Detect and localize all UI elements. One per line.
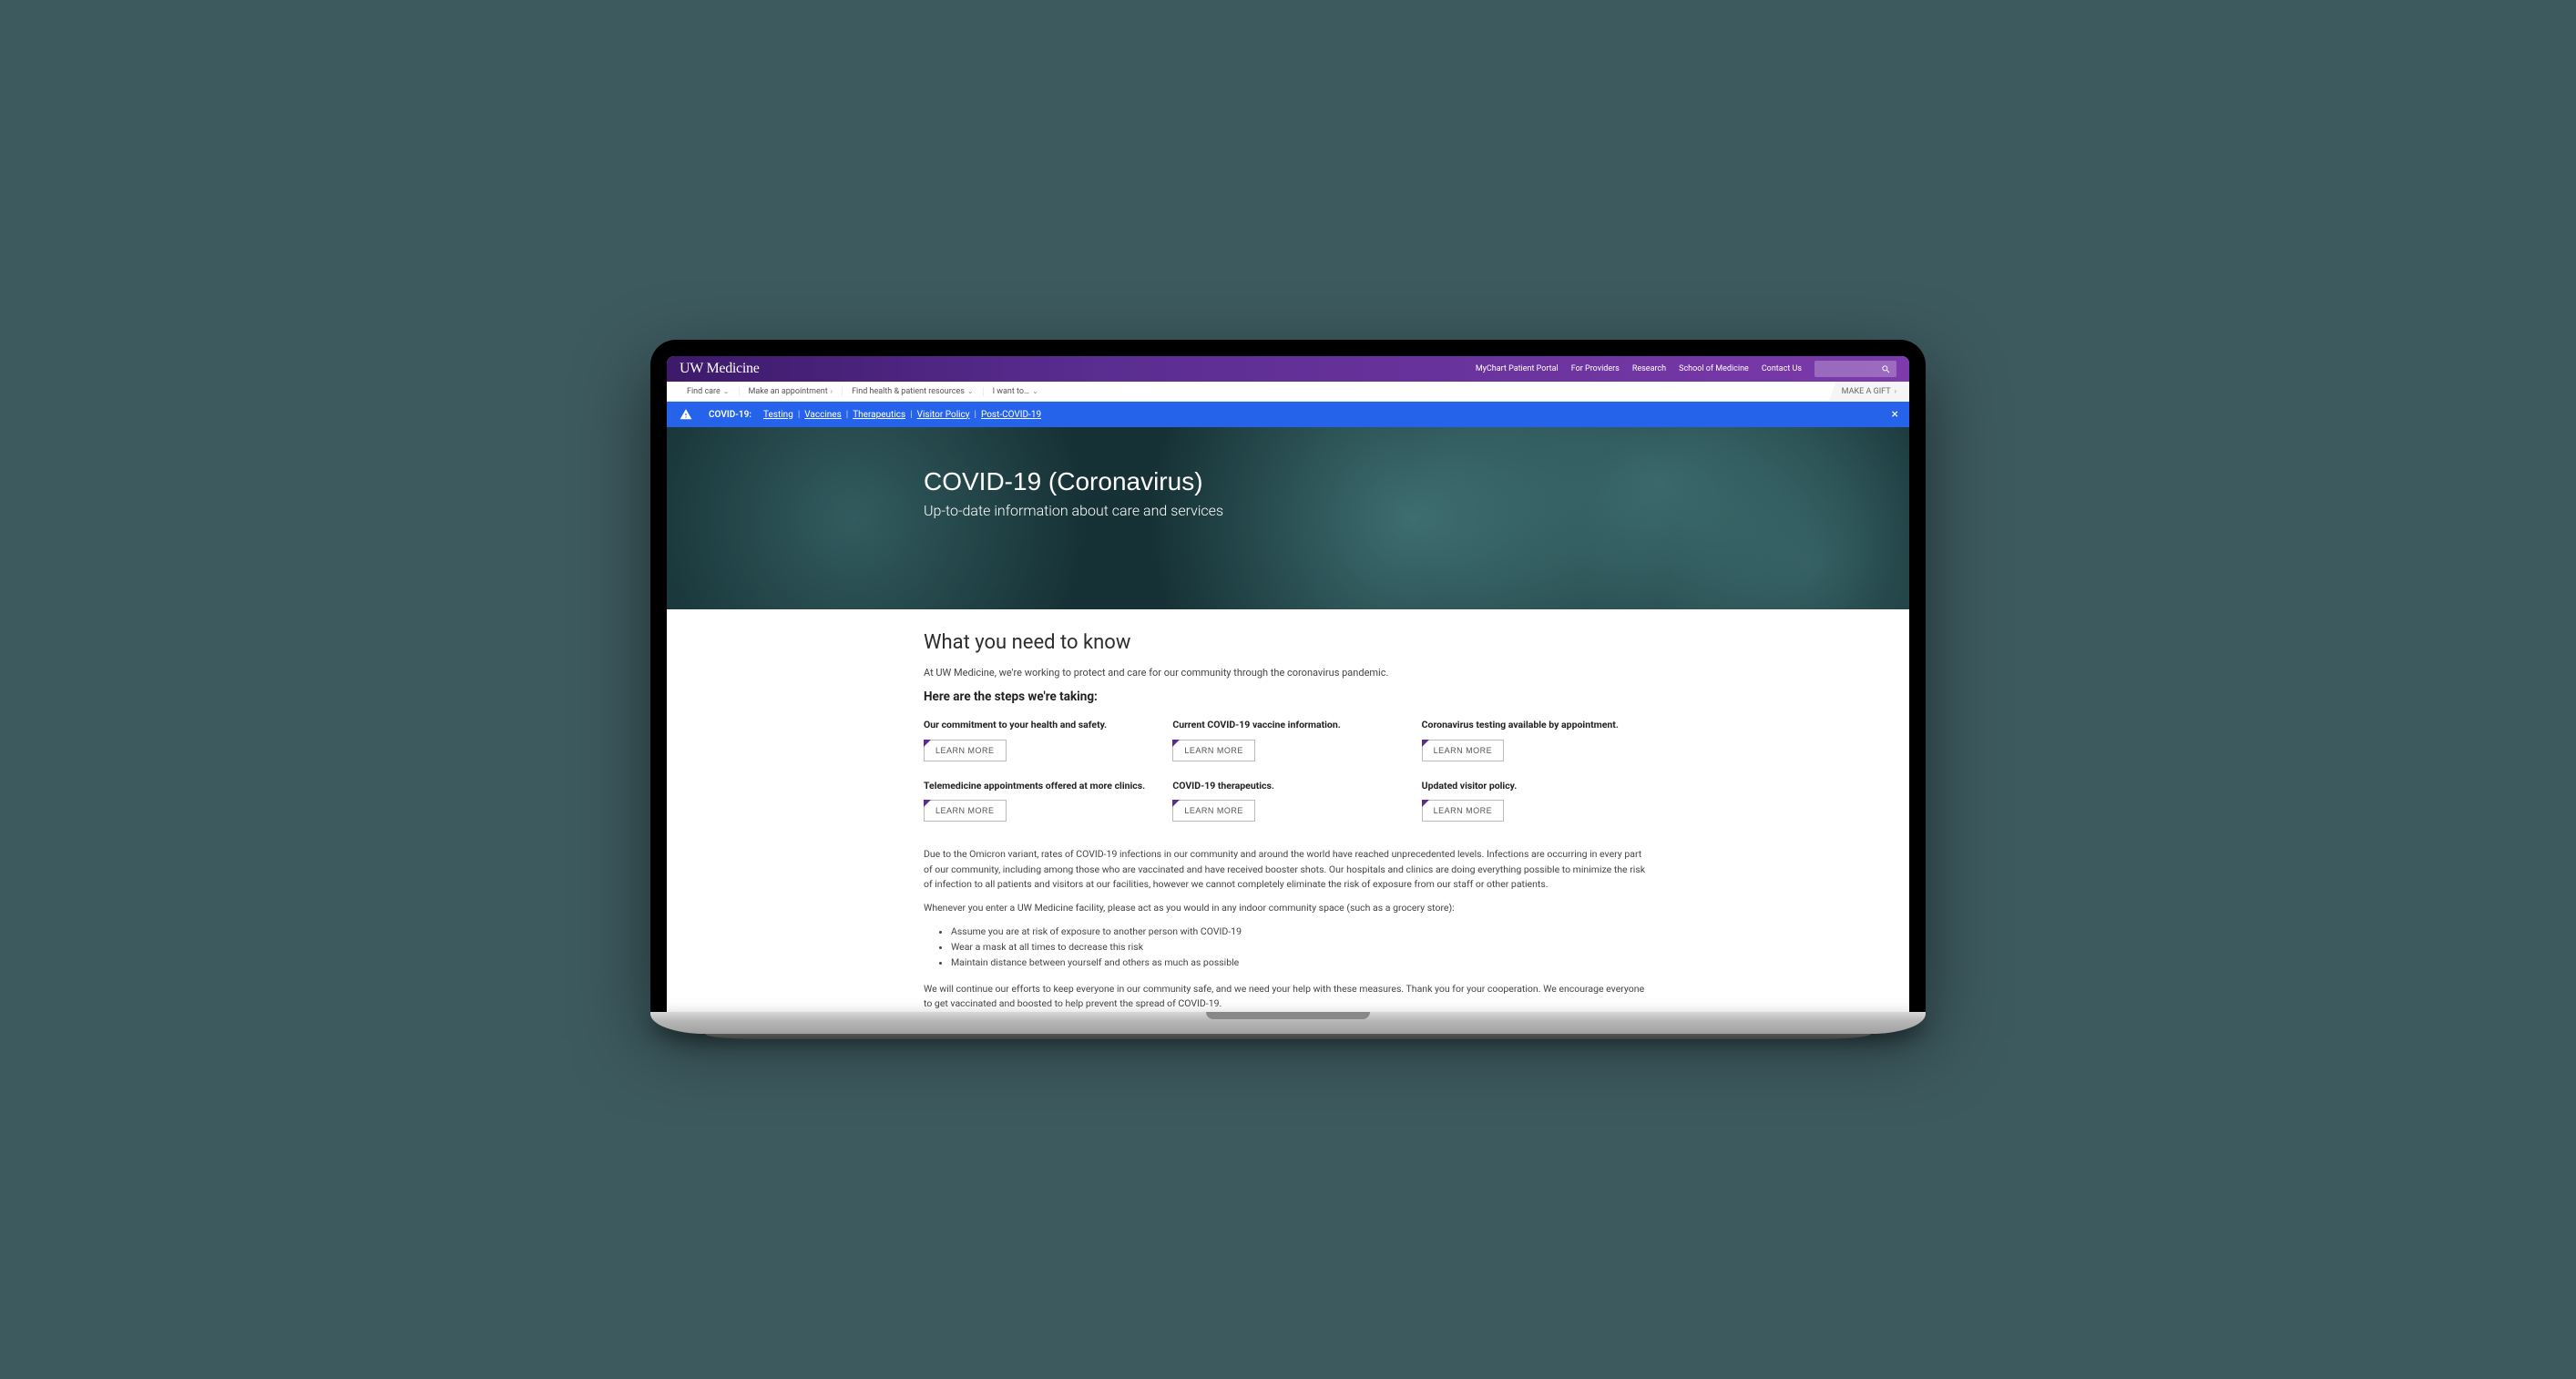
list-item: Maintain distance between yourself and o… [951,955,1652,971]
laptop-frame: UW Medicine MyChart Patient Portal For P… [650,340,1926,1039]
chevron-right-icon: › [831,387,833,395]
top-link-research[interactable]: Research [1632,364,1666,373]
nav-appointment[interactable]: Make an appointment› [740,387,843,396]
alert-link-visitor[interactable]: Visitor Policy [913,410,975,420]
nav-label: Make an appointment [749,387,828,396]
paragraph-omicron: Due to the Omicron variant, rates of COV… [924,847,1652,892]
card-title: Coronavirus testing available by appoint… [1422,719,1652,732]
learn-more-button[interactable]: LEARN MORE [924,740,1007,761]
card-telemedicine: Telemedicine appointments offered at mor… [924,780,1154,822]
close-icon[interactable]: × [1892,408,1898,421]
top-link-mychart[interactable]: MyChart Patient Portal [1476,364,1559,373]
search-input[interactable] [1814,361,1896,377]
secondary-nav: Find care⌄ Make an appointment› Find hea… [667,382,1909,402]
search-icon [1881,364,1891,374]
hero: COVID-19 (Coronavirus) Up-to-date inform… [667,427,1909,609]
card-testing: Coronavirus testing available by appoint… [1422,719,1652,761]
chevron-down-icon: ⌄ [967,387,974,395]
intro-paragraph: At UW Medicine, we're working to protect… [924,667,1652,679]
alert-links: Testing| Vaccines| Therapeutics| Visitor… [759,410,1046,420]
chevron-right-icon: › [1895,387,1896,395]
learn-more-button[interactable]: LEARN MORE [1422,800,1505,822]
nav-find-care[interactable]: Find care⌄ [678,387,740,396]
learn-more-button[interactable]: LEARN MORE [1172,800,1255,822]
laptop-base [650,1012,1926,1034]
top-link-providers[interactable]: For Providers [1571,364,1620,373]
precautions-list: Assume you are at risk of exposure to an… [951,924,1652,970]
sub-nav-links: Find care⌄ Make an appointment› Find hea… [678,387,1048,396]
make-gift-button[interactable]: MAKE A GIFT › [1829,382,1909,402]
alert-link-testing[interactable]: Testing [759,410,798,420]
card-therapeutics: COVID-19 therapeutics. LEARN MORE [1172,780,1403,822]
top-link-contact[interactable]: Contact Us [1762,364,1802,373]
alert-link-therapeutics[interactable]: Therapeutics [848,410,910,420]
nav-resources[interactable]: Find health & patient resources⌄ [843,387,984,396]
card-visitor-policy: Updated visitor policy. LEARN MORE [1422,780,1652,822]
gift-label: MAKE A GIFT [1842,387,1891,396]
laptop-foot [705,1034,1871,1039]
paragraph-continue: We will continue our efforts to keep eve… [924,982,1652,1012]
chevron-down-icon: ⌄ [1032,387,1038,395]
card-title: Telemedicine appointments offered at mor… [924,780,1154,793]
nav-label: I want to… [993,387,1030,396]
list-item: Assume you are at risk of exposure to an… [951,924,1652,940]
nav-label: Find health & patient resources [852,387,965,396]
cards-grid: Our commitment to your health and safety… [924,719,1652,822]
card-title: Current COVID-19 vaccine information. [1172,719,1403,732]
page-title: COVID-19 (Coronavirus) [924,467,1652,496]
card-title: Our commitment to your health and safety… [924,719,1154,732]
top-links: MyChart Patient Portal For Providers Res… [1476,364,1802,373]
learn-more-button[interactable]: LEARN MORE [924,800,1007,822]
learn-more-button[interactable]: LEARN MORE [1172,740,1255,761]
alert-label: COVID-19: [709,410,751,420]
screen: UW Medicine MyChart Patient Portal For P… [667,356,1909,1012]
chevron-down-icon: ⌄ [723,387,730,395]
know-heading: What you need to know [924,631,1652,654]
hero-inner: COVID-19 (Coronavirus) Up-to-date inform… [915,467,1661,519]
card-commitment: Our commitment to your health and safety… [924,719,1154,761]
nav-i-want-to[interactable]: I want to…⌄ [984,387,1048,396]
list-item: Wear a mask at all times to decrease thi… [951,940,1652,955]
page-subtitle: Up-to-date information about care and se… [924,502,1652,519]
card-title: Updated visitor policy. [1422,780,1652,793]
main-content: What you need to know At UW Medicine, we… [667,609,1909,1012]
laptop-body: UW Medicine MyChart Patient Portal For P… [650,340,1926,1012]
warning-icon [680,408,692,421]
steps-heading: Here are the steps we're taking: [924,690,1652,704]
card-vaccine: Current COVID-19 vaccine information. LE… [1172,719,1403,761]
alert-link-vaccines[interactable]: Vaccines [800,410,845,420]
page: UW Medicine MyChart Patient Portal For P… [667,356,1909,1012]
brand-logo[interactable]: UW Medicine [680,361,760,377]
covid-alert-bar: COVID-19: Testing| Vaccines| Therapeutic… [667,402,1909,427]
learn-more-button[interactable]: LEARN MORE [1422,740,1505,761]
top-right: MyChart Patient Portal For Providers Res… [1476,361,1896,377]
alert-link-postcovid[interactable]: Post-COVID-19 [976,410,1046,420]
nav-label: Find care [687,387,721,396]
paragraph-facility: Whenever you enter a UW Medicine facilit… [924,901,1652,915]
card-title: COVID-19 therapeutics. [1172,780,1403,793]
container: What you need to know At UW Medicine, we… [915,609,1661,1011]
top-header: UW Medicine MyChart Patient Portal For P… [667,356,1909,382]
top-link-school[interactable]: School of Medicine [1679,364,1749,373]
